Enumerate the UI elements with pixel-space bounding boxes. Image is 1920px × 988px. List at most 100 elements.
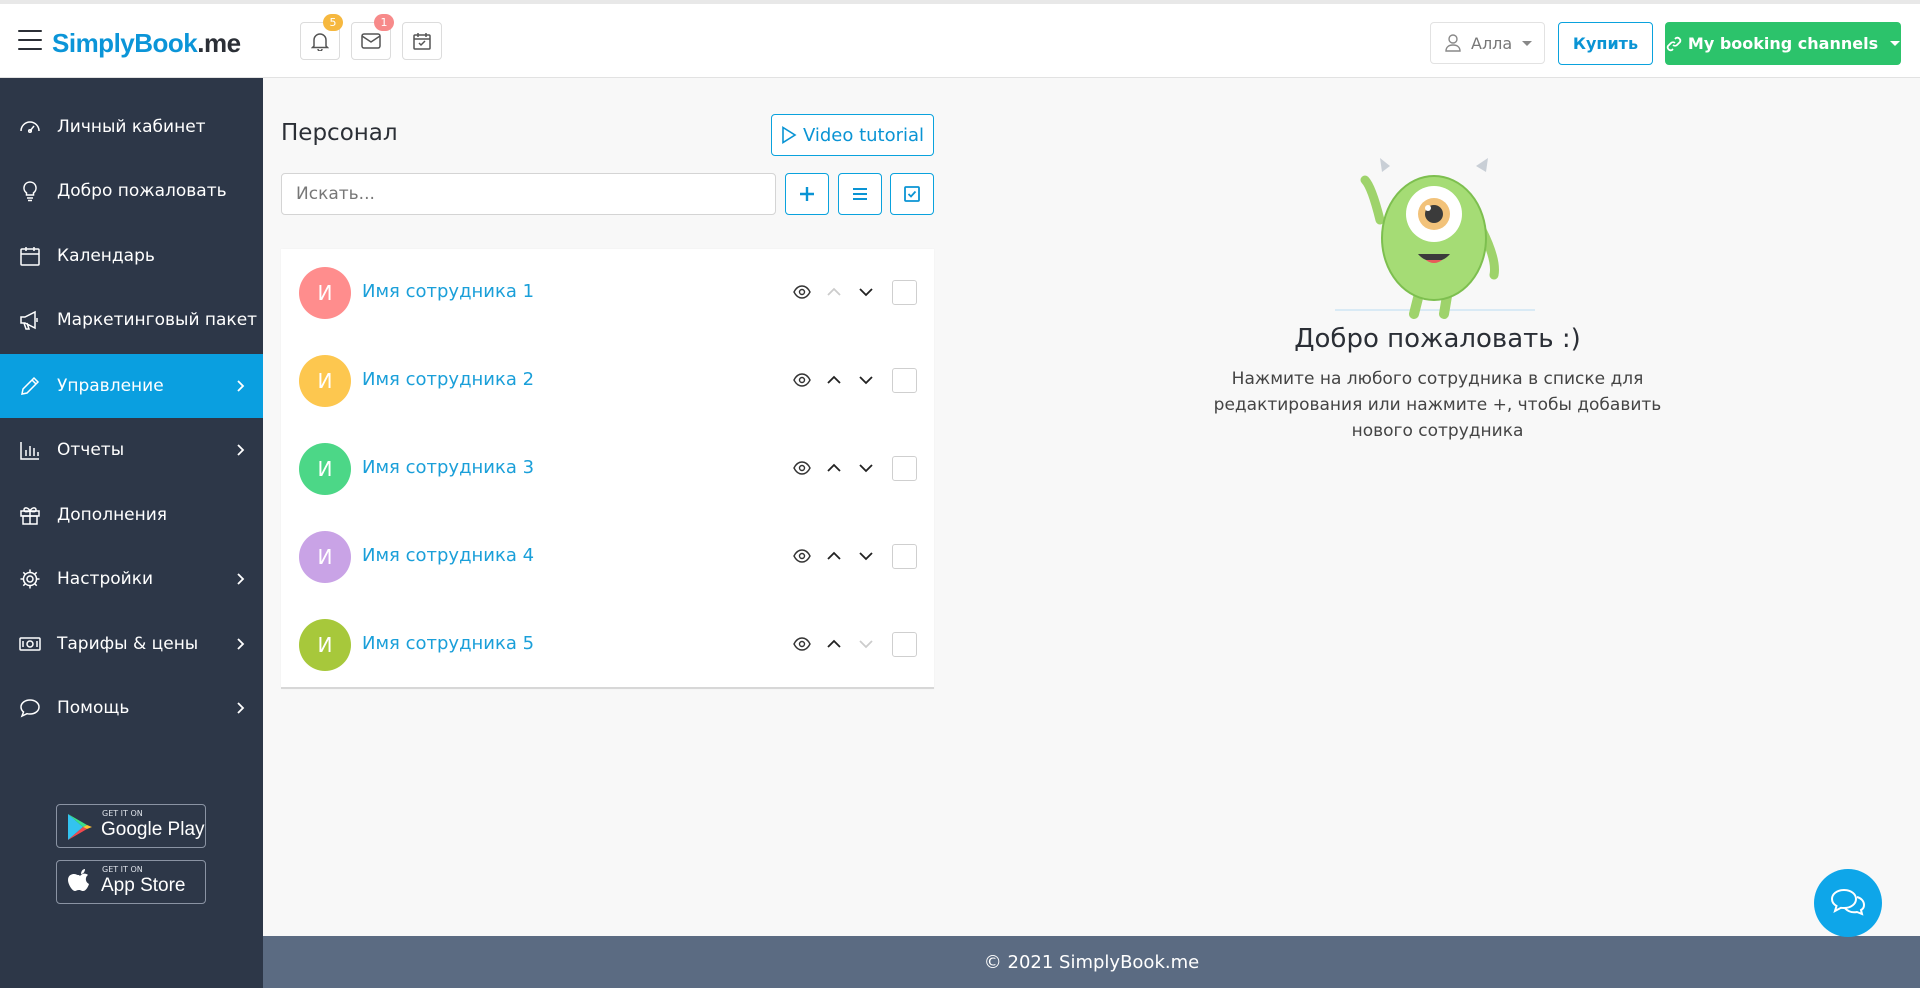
gift-icon	[20, 507, 40, 525]
eye-icon[interactable]	[793, 285, 811, 299]
sidebar-item-calendar[interactable]: Календарь	[0, 224, 263, 288]
bell-icon	[311, 33, 329, 51]
logo-text-blue: SimplyBook	[52, 27, 198, 58]
row-checkbox[interactable]	[892, 544, 917, 569]
welcome-text: Нажмите на любого сотрудника в списке дл…	[1213, 369, 1662, 441]
avatar: И	[299, 267, 351, 319]
sidebar-item-settings[interactable]: Настройки	[0, 547, 263, 611]
chevron-right-icon	[237, 638, 245, 650]
pencil-icon	[21, 376, 40, 395]
list-icon	[853, 188, 867, 200]
chevron-up-icon[interactable]	[825, 461, 843, 475]
footer: © 2021 SimplyBook.me	[263, 936, 1920, 988]
calendar-check-button[interactable]	[402, 22, 442, 60]
chevron-down-icon[interactable]	[857, 373, 875, 387]
eye-icon[interactable]	[793, 637, 811, 651]
list-item[interactable]: И Имя сотрудника 4	[281, 513, 934, 601]
search-input[interactable]	[281, 173, 776, 215]
welcome-title: Добро пожаловать :)	[1294, 324, 1581, 354]
chevron-right-icon	[237, 380, 245, 392]
avatar: И	[299, 355, 351, 407]
chevron-up-icon[interactable]	[825, 637, 843, 651]
user-name: Алла	[1471, 33, 1513, 53]
app-store-button[interactable]: GET IT ON App Store	[56, 860, 206, 904]
sidebar-item-label: Тарифы & цены	[57, 634, 199, 654]
user-menu-button[interactable]: Алла	[1430, 22, 1545, 64]
avatar: И	[299, 443, 351, 495]
eye-icon[interactable]	[793, 461, 811, 475]
sidebar-item-addons[interactable]: Дополнения	[0, 483, 263, 547]
chevron-up-icon[interactable]	[825, 549, 843, 563]
buy-button[interactable]: Купить	[1558, 22, 1653, 65]
calendar-icon	[20, 247, 40, 266]
add-employee-button[interactable]	[785, 173, 829, 215]
chevron-right-icon	[237, 444, 245, 456]
employee-name[interactable]: Имя сотрудника 2	[362, 369, 534, 390]
list-item[interactable]: И Имя сотрудника 5	[281, 601, 934, 689]
simplybook-logo[interactable]: SimplyBook .me	[52, 26, 241, 60]
list-item[interactable]: И Имя сотрудника 3	[281, 425, 934, 513]
sidebar-item-label: Маркетинговый пакет	[57, 310, 258, 330]
chat-bubbles-icon	[1830, 888, 1866, 916]
sidebar-item-reports[interactable]: Отчеты	[0, 418, 263, 482]
calendar-check-icon	[413, 33, 431, 50]
employee-name[interactable]: Имя сотрудника 1	[362, 281, 534, 302]
logo-text-dark: .me	[197, 27, 241, 58]
list-item[interactable]: И Имя сотрудника 1	[281, 249, 934, 337]
google-play-big-text: Google Play	[101, 819, 205, 840]
chevron-down-icon[interactable]	[857, 461, 875, 475]
notifications-button[interactable]: 5	[300, 14, 343, 60]
copyright-text: © 2021 SimplyBook.me	[983, 951, 1200, 973]
list-view-button[interactable]	[838, 173, 882, 215]
row-checkbox[interactable]	[892, 456, 917, 481]
chat-button[interactable]	[1814, 869, 1882, 937]
sidebar-item-label: Помощь	[57, 698, 130, 718]
employee-name[interactable]: Имя сотрудника 4	[362, 545, 534, 566]
sidebar-item-management[interactable]: Управление	[0, 354, 263, 418]
avatar: И	[299, 619, 351, 671]
lightbulb-icon	[23, 181, 37, 202]
plus-icon	[800, 187, 814, 201]
monster-mascot-illustration	[1335, 158, 1535, 319]
row-checkbox[interactable]	[892, 368, 917, 393]
employee-list: И Имя сотрудника 1 И Имя сотрудника 2 И …	[281, 249, 934, 689]
link-icon	[1666, 36, 1682, 51]
speech-bubble-icon	[20, 699, 40, 718]
select-all-button[interactable]	[890, 173, 934, 215]
sidebar-item-label: Управление	[57, 376, 164, 396]
booking-channels-button[interactable]: My booking channels	[1665, 22, 1901, 65]
sidebar-item-label: Настройки	[57, 569, 154, 589]
sidebar-item-help[interactable]: Помощь	[0, 676, 263, 740]
chevron-down-icon[interactable]	[857, 549, 875, 563]
sidebar: Личный кабинет Добро пожаловать Календар…	[0, 78, 263, 988]
sidebar-item-label: Дополнения	[57, 505, 168, 525]
google-play-small-text: GET IT ON	[102, 809, 143, 818]
sidebar-item-welcome[interactable]: Добро пожаловать	[0, 159, 263, 223]
app-store-big-text: App Store	[101, 875, 186, 896]
google-play-button[interactable]: GET IT ON Google Play	[56, 804, 206, 848]
employee-name[interactable]: Имя сотрудника 5	[362, 633, 534, 654]
chevron-up-icon[interactable]	[825, 373, 843, 387]
page-title: Персонал	[281, 120, 398, 146]
row-checkbox[interactable]	[892, 632, 917, 657]
video-tutorial-button[interactable]: Video tutorial	[771, 114, 934, 156]
chevron-down-icon[interactable]	[857, 637, 875, 651]
list-item[interactable]: И Имя сотрудника 2	[281, 337, 934, 425]
employee-name[interactable]: Имя сотрудника 3	[362, 457, 534, 478]
caret-down-icon	[1522, 41, 1532, 46]
hamburger-menu-icon[interactable]	[18, 30, 42, 52]
eye-icon[interactable]	[793, 549, 811, 563]
bar-chart-icon	[20, 442, 39, 460]
chevron-up-icon[interactable]	[825, 285, 843, 299]
eye-icon[interactable]	[793, 373, 811, 387]
sidebar-item-marketing[interactable]: Маркетинговый пакет	[0, 288, 263, 352]
app-store-small-text: GET IT ON	[102, 865, 143, 874]
messages-badge: 1	[374, 14, 394, 31]
row-checkbox[interactable]	[892, 280, 917, 305]
sidebar-item-label: Добро пожаловать	[57, 181, 227, 201]
sidebar-item-dashboard[interactable]: Личный кабинет	[0, 95, 263, 159]
messages-button[interactable]: 1	[351, 14, 394, 60]
chevron-down-icon[interactable]	[857, 285, 875, 299]
sidebar-item-pricing[interactable]: Тарифы & цены	[0, 612, 263, 676]
envelope-icon	[361, 33, 381, 49]
